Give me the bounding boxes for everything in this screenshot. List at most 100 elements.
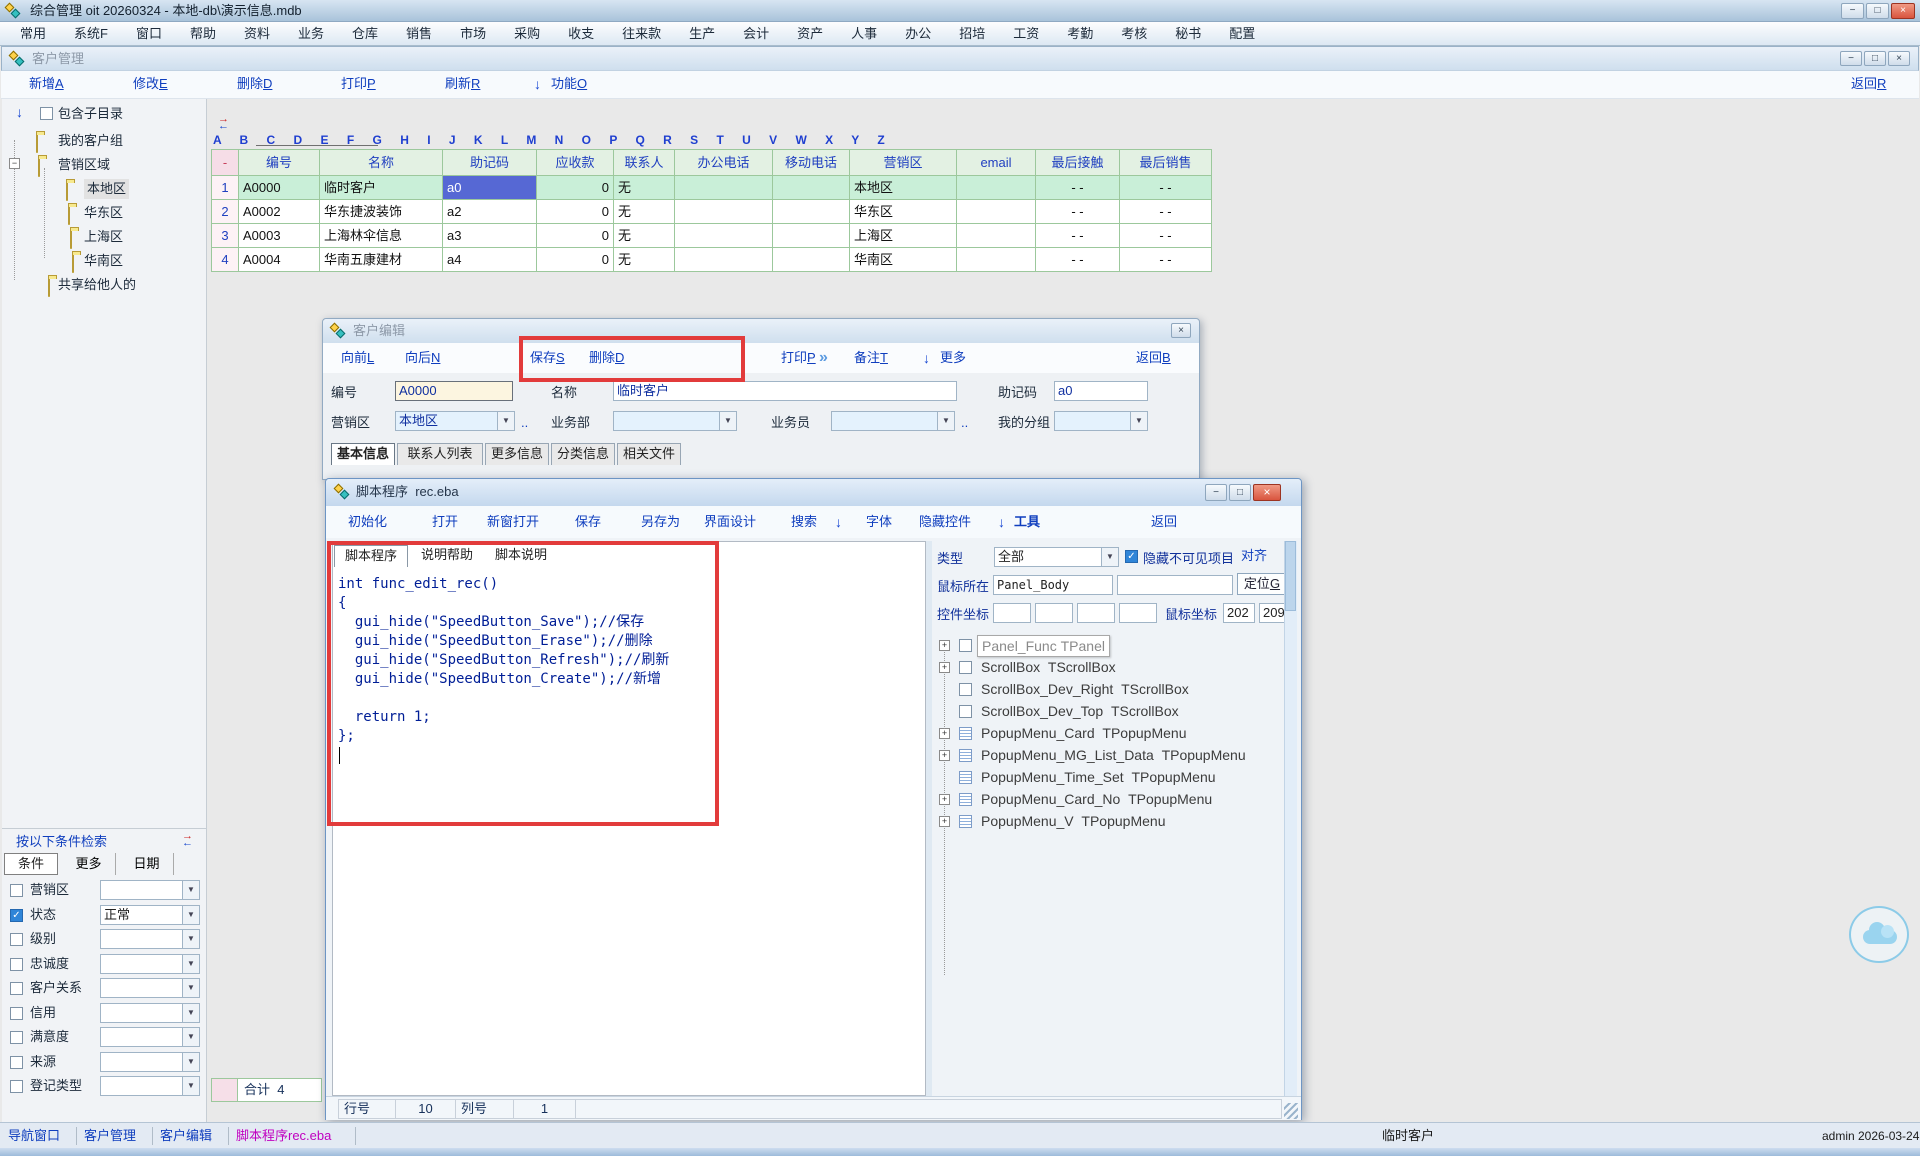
tree-item-my-groups[interactable]: 我的客户组 xyxy=(58,131,123,151)
menu-item[interactable]: 秘书 xyxy=(1161,24,1215,44)
filter-checkbox[interactable] xyxy=(10,933,23,946)
col-header-name[interactable]: 名称 xyxy=(320,150,443,176)
tab-category-info[interactable]: 分类信息 xyxy=(551,443,615,465)
table-row[interactable]: 3 A0003 上海林伞信息 a3 0 无 上海区 - - - - xyxy=(212,224,1212,248)
filter-checkbox[interactable] xyxy=(10,884,23,897)
col-header-email[interactable]: email xyxy=(957,150,1036,176)
control-checkbox[interactable] xyxy=(959,661,972,674)
return-button[interactable]: 返回 xyxy=(1151,506,1177,538)
locate-button[interactable]: 定位G xyxy=(1237,573,1287,595)
taskbar-customer-mgmt[interactable]: 客户管理 xyxy=(84,1123,136,1149)
splitter[interactable] xyxy=(926,541,932,1096)
tree-node[interactable]: PopupMenu_Time_Set TPopupMenu xyxy=(981,767,1216,787)
tab-contact-list[interactable]: 联系人列表 xyxy=(397,443,483,465)
table-row[interactable]: 4 A0004 华南五康建材 a4 0 无 华南区 - - - - xyxy=(212,248,1212,272)
save-as-button[interactable]: 另存为 xyxy=(641,506,680,538)
filter-checkbox-checked[interactable]: ✓ xyxy=(10,909,23,922)
tree-item-shared[interactable]: 共享给他人的 xyxy=(58,275,136,295)
menu-item[interactable]: 配置 xyxy=(1215,24,1269,44)
filter-tab-condition[interactable]: 条件 xyxy=(4,853,58,875)
mouse-coord-x[interactable]: 202 xyxy=(1223,603,1255,623)
tree-item-east-region[interactable]: 华东区 xyxy=(84,203,123,223)
tree-item-local-region[interactable]: 本地区 xyxy=(84,179,129,199)
menu-item[interactable]: 招培 xyxy=(945,24,999,44)
refresh-button[interactable]: 刷新R xyxy=(445,71,480,97)
print-button[interactable]: 打印P xyxy=(781,343,816,373)
menu-item[interactable]: 生产 xyxy=(675,24,729,44)
menu-item[interactable]: 人事 xyxy=(837,24,891,44)
init-button[interactable]: 初始化 xyxy=(348,506,387,538)
control-coord-y2[interactable] xyxy=(1119,603,1157,623)
col-header-dash[interactable]: - xyxy=(212,150,239,176)
taskbar-script-active[interactable]: 脚本程序rec.eba xyxy=(236,1123,331,1149)
table-row[interactable]: 1 A0000 临时客户 a0 0 无 本地区 - - - - xyxy=(212,176,1212,200)
mouse-in-input-2[interactable] xyxy=(1117,575,1233,595)
alphabet-index[interactable]: A B C D E F G H I J K L M N O P Q R S T … xyxy=(213,133,885,147)
menu-item[interactable]: 采购 xyxy=(500,24,554,44)
region-dots[interactable]: .. xyxy=(521,413,528,433)
script-titlebar[interactable]: 脚本程序 rec.eba − □ × xyxy=(326,479,1301,506)
next-button[interactable]: 向后N xyxy=(405,343,440,373)
tree-item-south-region[interactable]: 华南区 xyxy=(84,251,123,271)
menu-item[interactable]: 会计 xyxy=(729,24,783,44)
tree-node[interactable]: ScrollBox_Dev_Right TScrollBox xyxy=(981,679,1189,699)
font-button[interactable]: 字体 xyxy=(866,506,892,538)
name-input[interactable]: 临时客户 xyxy=(613,381,957,401)
tree-item-marketing-region[interactable]: 营销区域 xyxy=(58,155,110,175)
expand-icon[interactable]: + xyxy=(939,728,950,739)
menu-item[interactable]: 帮助 xyxy=(176,24,230,44)
col-header-receivable[interactable]: 应收款 xyxy=(537,150,614,176)
group-combo[interactable]: ▼ xyxy=(1054,411,1148,431)
maximize-icon[interactable]: □ xyxy=(1229,484,1251,501)
close-icon[interactable]: × xyxy=(1891,3,1915,19)
filter-combo[interactable]: ▼ xyxy=(100,978,200,998)
menu-item[interactable]: 常用 xyxy=(6,24,60,44)
control-checkbox[interactable] xyxy=(959,705,972,718)
maximize-icon[interactable]: □ xyxy=(1864,51,1886,66)
control-coord-x1[interactable] xyxy=(993,603,1031,623)
hide-invisible-checkbox[interactable]: ✓ xyxy=(1125,550,1138,563)
tools-button[interactable]: 工具 xyxy=(1014,506,1040,538)
close-icon[interactable]: × xyxy=(1253,484,1281,501)
filter-combo[interactable]: ▼ xyxy=(100,1076,200,1096)
return-button[interactable]: 返回R xyxy=(1851,71,1886,97)
type-combo[interactable]: 全部▼ xyxy=(994,547,1119,567)
col-header-region[interactable]: 营销区 xyxy=(850,150,957,176)
taskbar-customer-edit[interactable]: 客户编辑 xyxy=(160,1123,212,1149)
filter-checkbox[interactable] xyxy=(10,958,23,971)
print-button[interactable]: 打印P xyxy=(341,71,376,97)
tree-node-highlight[interactable]: Panel_Func TPanel xyxy=(977,635,1110,657)
filter-combo[interactable]: ▼ xyxy=(100,954,200,974)
double-chevron-icon[interactable]: » xyxy=(819,345,828,371)
tree-node[interactable]: PopupMenu_Card TPopupMenu xyxy=(981,723,1186,743)
menu-item[interactable]: 系统F xyxy=(60,24,122,44)
tree-node[interactable]: PopupMenu_Card_No TPopupMenu xyxy=(981,789,1212,809)
menu-item[interactable]: 资料 xyxy=(230,24,284,44)
col-header-mnemonic[interactable]: 助记码 xyxy=(443,150,537,176)
tree-node[interactable]: ScrollBox_Dev_Top TScrollBox xyxy=(981,701,1179,721)
mouse-in-input[interactable]: Panel_Body xyxy=(993,575,1113,595)
col-header-last-sale[interactable]: 最后销售 xyxy=(1120,150,1212,176)
filter-combo[interactable]: ▼ xyxy=(100,1003,200,1023)
expand-icon[interactable]: + xyxy=(939,662,950,673)
menu-item[interactable]: 仓库 xyxy=(338,24,392,44)
include-subdir-checkbox[interactable] xyxy=(40,107,53,120)
function-button[interactable]: 功能O xyxy=(551,71,587,97)
more-button[interactable]: 更多 xyxy=(940,343,966,373)
filter-checkbox[interactable] xyxy=(10,1056,23,1069)
menu-item[interactable]: 业务 xyxy=(284,24,338,44)
menu-item[interactable]: 收支 xyxy=(554,24,608,44)
filter-combo[interactable]: 正常▼ xyxy=(100,905,200,925)
minimize-icon[interactable]: − xyxy=(1840,51,1862,66)
control-coord-x2[interactable] xyxy=(1077,603,1115,623)
vertical-scrollbar[interactable] xyxy=(1284,541,1297,1096)
filter-combo[interactable]: ▼ xyxy=(100,1027,200,1047)
maximize-icon[interactable]: □ xyxy=(1866,3,1889,19)
tree-item-shanghai-region[interactable]: 上海区 xyxy=(84,227,123,247)
expand-icon[interactable]: + xyxy=(939,750,950,761)
ui-design-button[interactable]: 界面设计 xyxy=(704,506,756,538)
expand-icon[interactable]: + xyxy=(939,640,950,651)
col-header-mobile[interactable]: 移动电话 xyxy=(773,150,850,176)
add-button[interactable]: 新增A xyxy=(29,71,64,97)
save-button[interactable]: 保存 xyxy=(575,506,601,538)
